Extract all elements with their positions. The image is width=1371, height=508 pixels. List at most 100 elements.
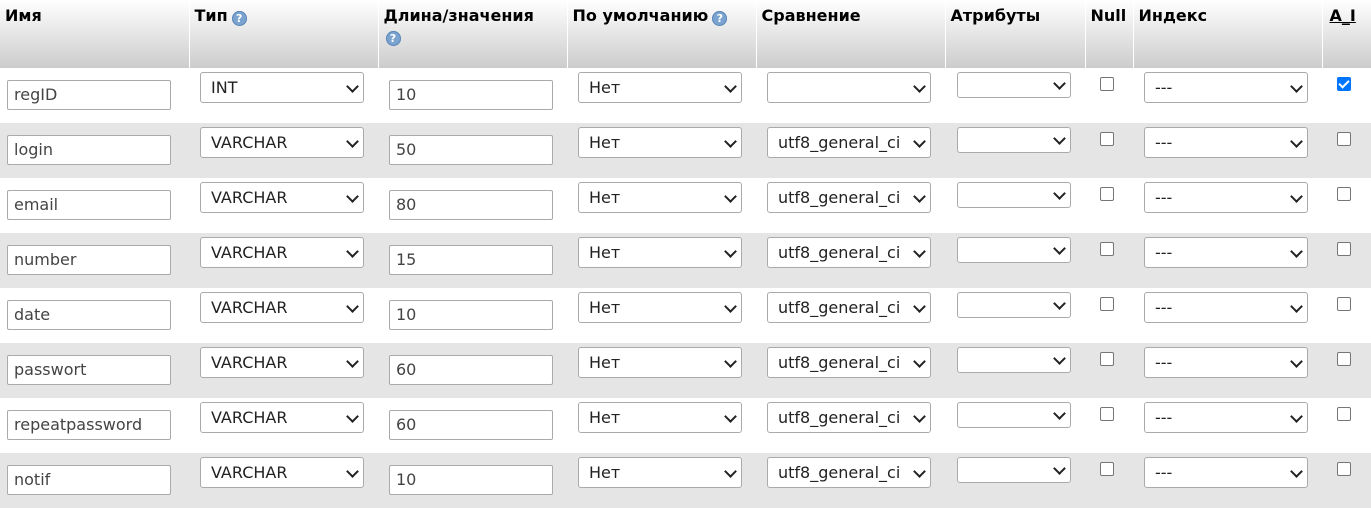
table-row: notif VARCHAR 10 Нет utf8_general_ci --- [0, 453, 1371, 508]
chevron-down-icon [1290, 355, 1303, 368]
type-select[interactable]: VARCHAR [200, 237, 364, 268]
table-row: date VARCHAR 10 Нет utf8_general_ci --- [0, 288, 1371, 343]
chevron-down-icon [724, 190, 737, 203]
chevron-down-icon [1290, 245, 1303, 258]
ai-checkbox[interactable] [1337, 187, 1351, 201]
help-icon[interactable]: ? [385, 31, 401, 46]
default-select[interactable]: Нет [578, 347, 742, 378]
length-input[interactable]: 10 [389, 465, 553, 495]
chevron-down-icon [913, 465, 926, 478]
ai-checkbox[interactable] [1337, 297, 1351, 311]
column-name-input[interactable]: notif [7, 465, 171, 495]
ai-checkbox[interactable] [1337, 462, 1351, 476]
length-input[interactable]: 80 [389, 190, 553, 220]
type-select-value: VARCHAR [211, 353, 288, 372]
type-select[interactable]: INT [200, 72, 364, 103]
attributes-select[interactable] [957, 72, 1071, 98]
ai-checkbox[interactable] [1337, 407, 1351, 421]
collation-select[interactable]: utf8_general_ci [767, 237, 931, 268]
default-select[interactable]: Нет [578, 402, 742, 433]
index-select[interactable]: --- [1144, 237, 1308, 268]
attributes-select[interactable] [957, 127, 1071, 153]
null-checkbox[interactable] [1100, 462, 1114, 476]
default-select-value: Нет [589, 78, 621, 97]
collation-select[interactable]: utf8_general_ci [767, 292, 931, 323]
index-select[interactable]: --- [1144, 182, 1308, 213]
default-select-value: Нет [589, 298, 621, 317]
type-select[interactable]: VARCHAR [200, 402, 364, 433]
default-select[interactable]: Нет [578, 72, 742, 103]
index-select[interactable]: --- [1144, 347, 1308, 378]
attributes-select[interactable] [957, 237, 1071, 263]
column-name-input[interactable]: login [7, 135, 171, 165]
index-select-value: --- [1155, 133, 1173, 152]
index-select[interactable]: --- [1144, 457, 1308, 488]
length-input[interactable]: 15 [389, 245, 553, 275]
type-select[interactable]: VARCHAR [200, 127, 364, 158]
index-select-value: --- [1155, 188, 1173, 207]
null-checkbox[interactable] [1100, 407, 1114, 421]
default-select[interactable]: Нет [578, 127, 742, 158]
chevron-down-icon [1053, 242, 1066, 255]
default-select[interactable]: Нет [578, 457, 742, 488]
default-select-value: Нет [589, 463, 621, 482]
table-row: login VARCHAR 50 Нет utf8_general_ci --- [0, 123, 1371, 178]
help-icon[interactable]: ? [712, 11, 728, 26]
collation-select[interactable]: utf8_general_ci [767, 457, 931, 488]
length-input[interactable]: 50 [389, 135, 553, 165]
collation-select-value: utf8_general_ci [778, 188, 901, 207]
column-name-input[interactable]: number [7, 245, 171, 275]
length-input[interactable]: 10 [389, 300, 553, 330]
attributes-select[interactable] [957, 292, 1071, 318]
length-input[interactable]: 60 [389, 355, 553, 385]
type-select[interactable]: VARCHAR [200, 182, 364, 213]
attributes-select[interactable] [957, 347, 1071, 373]
chevron-down-icon [724, 80, 737, 93]
collation-select[interactable]: utf8_general_ci [767, 402, 931, 433]
length-input[interactable]: 10 [389, 80, 553, 110]
chevron-down-icon [724, 410, 737, 423]
default-select[interactable]: Нет [578, 237, 742, 268]
index-select[interactable]: --- [1144, 127, 1308, 158]
ai-checkbox[interactable] [1337, 132, 1351, 146]
default-select[interactable]: Нет [578, 182, 742, 213]
column-name-input[interactable]: repeatpassword [7, 410, 171, 440]
collation-select[interactable]: utf8_general_ci [767, 347, 931, 378]
type-select[interactable]: VARCHAR [200, 292, 364, 323]
null-checkbox[interactable] [1100, 242, 1114, 256]
null-checkbox[interactable] [1100, 297, 1114, 311]
collation-select-value: utf8_general_ci [778, 243, 901, 262]
type-select[interactable]: VARCHAR [200, 347, 364, 378]
collation-select-value: utf8_general_ci [778, 353, 901, 372]
chevron-down-icon [913, 410, 926, 423]
type-select[interactable]: VARCHAR [200, 457, 364, 488]
column-name-input[interactable]: date [7, 300, 171, 330]
collation-select[interactable] [767, 72, 931, 103]
chevron-down-icon [1053, 132, 1066, 145]
ai-checkbox[interactable] [1337, 242, 1351, 256]
null-checkbox[interactable] [1100, 187, 1114, 201]
table-row: repeatpassword VARCHAR 60 Нет utf8_gener… [0, 398, 1371, 453]
column-name-input[interactable]: email [7, 190, 171, 220]
collation-select[interactable]: utf8_general_ci [767, 127, 931, 158]
null-checkbox[interactable] [1100, 77, 1114, 91]
chevron-down-icon [1053, 407, 1066, 420]
ai-checkbox[interactable] [1337, 77, 1351, 91]
collation-select[interactable]: utf8_general_ci [767, 182, 931, 213]
default-select-value: Нет [589, 353, 621, 372]
attributes-select[interactable] [957, 402, 1071, 428]
default-select[interactable]: Нет [578, 292, 742, 323]
column-name-input[interactable]: passwort [7, 355, 171, 385]
index-select[interactable]: --- [1144, 72, 1308, 103]
null-checkbox[interactable] [1100, 132, 1114, 146]
column-name-input[interactable]: regID [7, 80, 171, 110]
length-input[interactable]: 60 [389, 410, 553, 440]
ai-checkbox[interactable] [1337, 352, 1351, 366]
index-select[interactable]: --- [1144, 402, 1308, 433]
null-checkbox[interactable] [1100, 352, 1114, 366]
attributes-select[interactable] [957, 182, 1071, 208]
help-icon[interactable]: ? [231, 11, 247, 26]
index-select[interactable]: --- [1144, 292, 1308, 323]
attributes-select[interactable] [957, 457, 1071, 483]
chevron-down-icon [346, 300, 359, 313]
